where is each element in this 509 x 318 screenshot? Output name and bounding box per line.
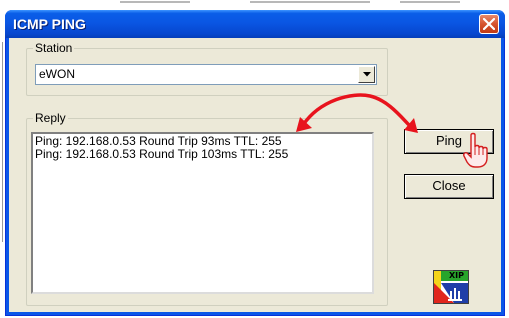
xip-logo: XIP: [433, 270, 469, 304]
logo-text: XIP: [449, 271, 465, 280]
